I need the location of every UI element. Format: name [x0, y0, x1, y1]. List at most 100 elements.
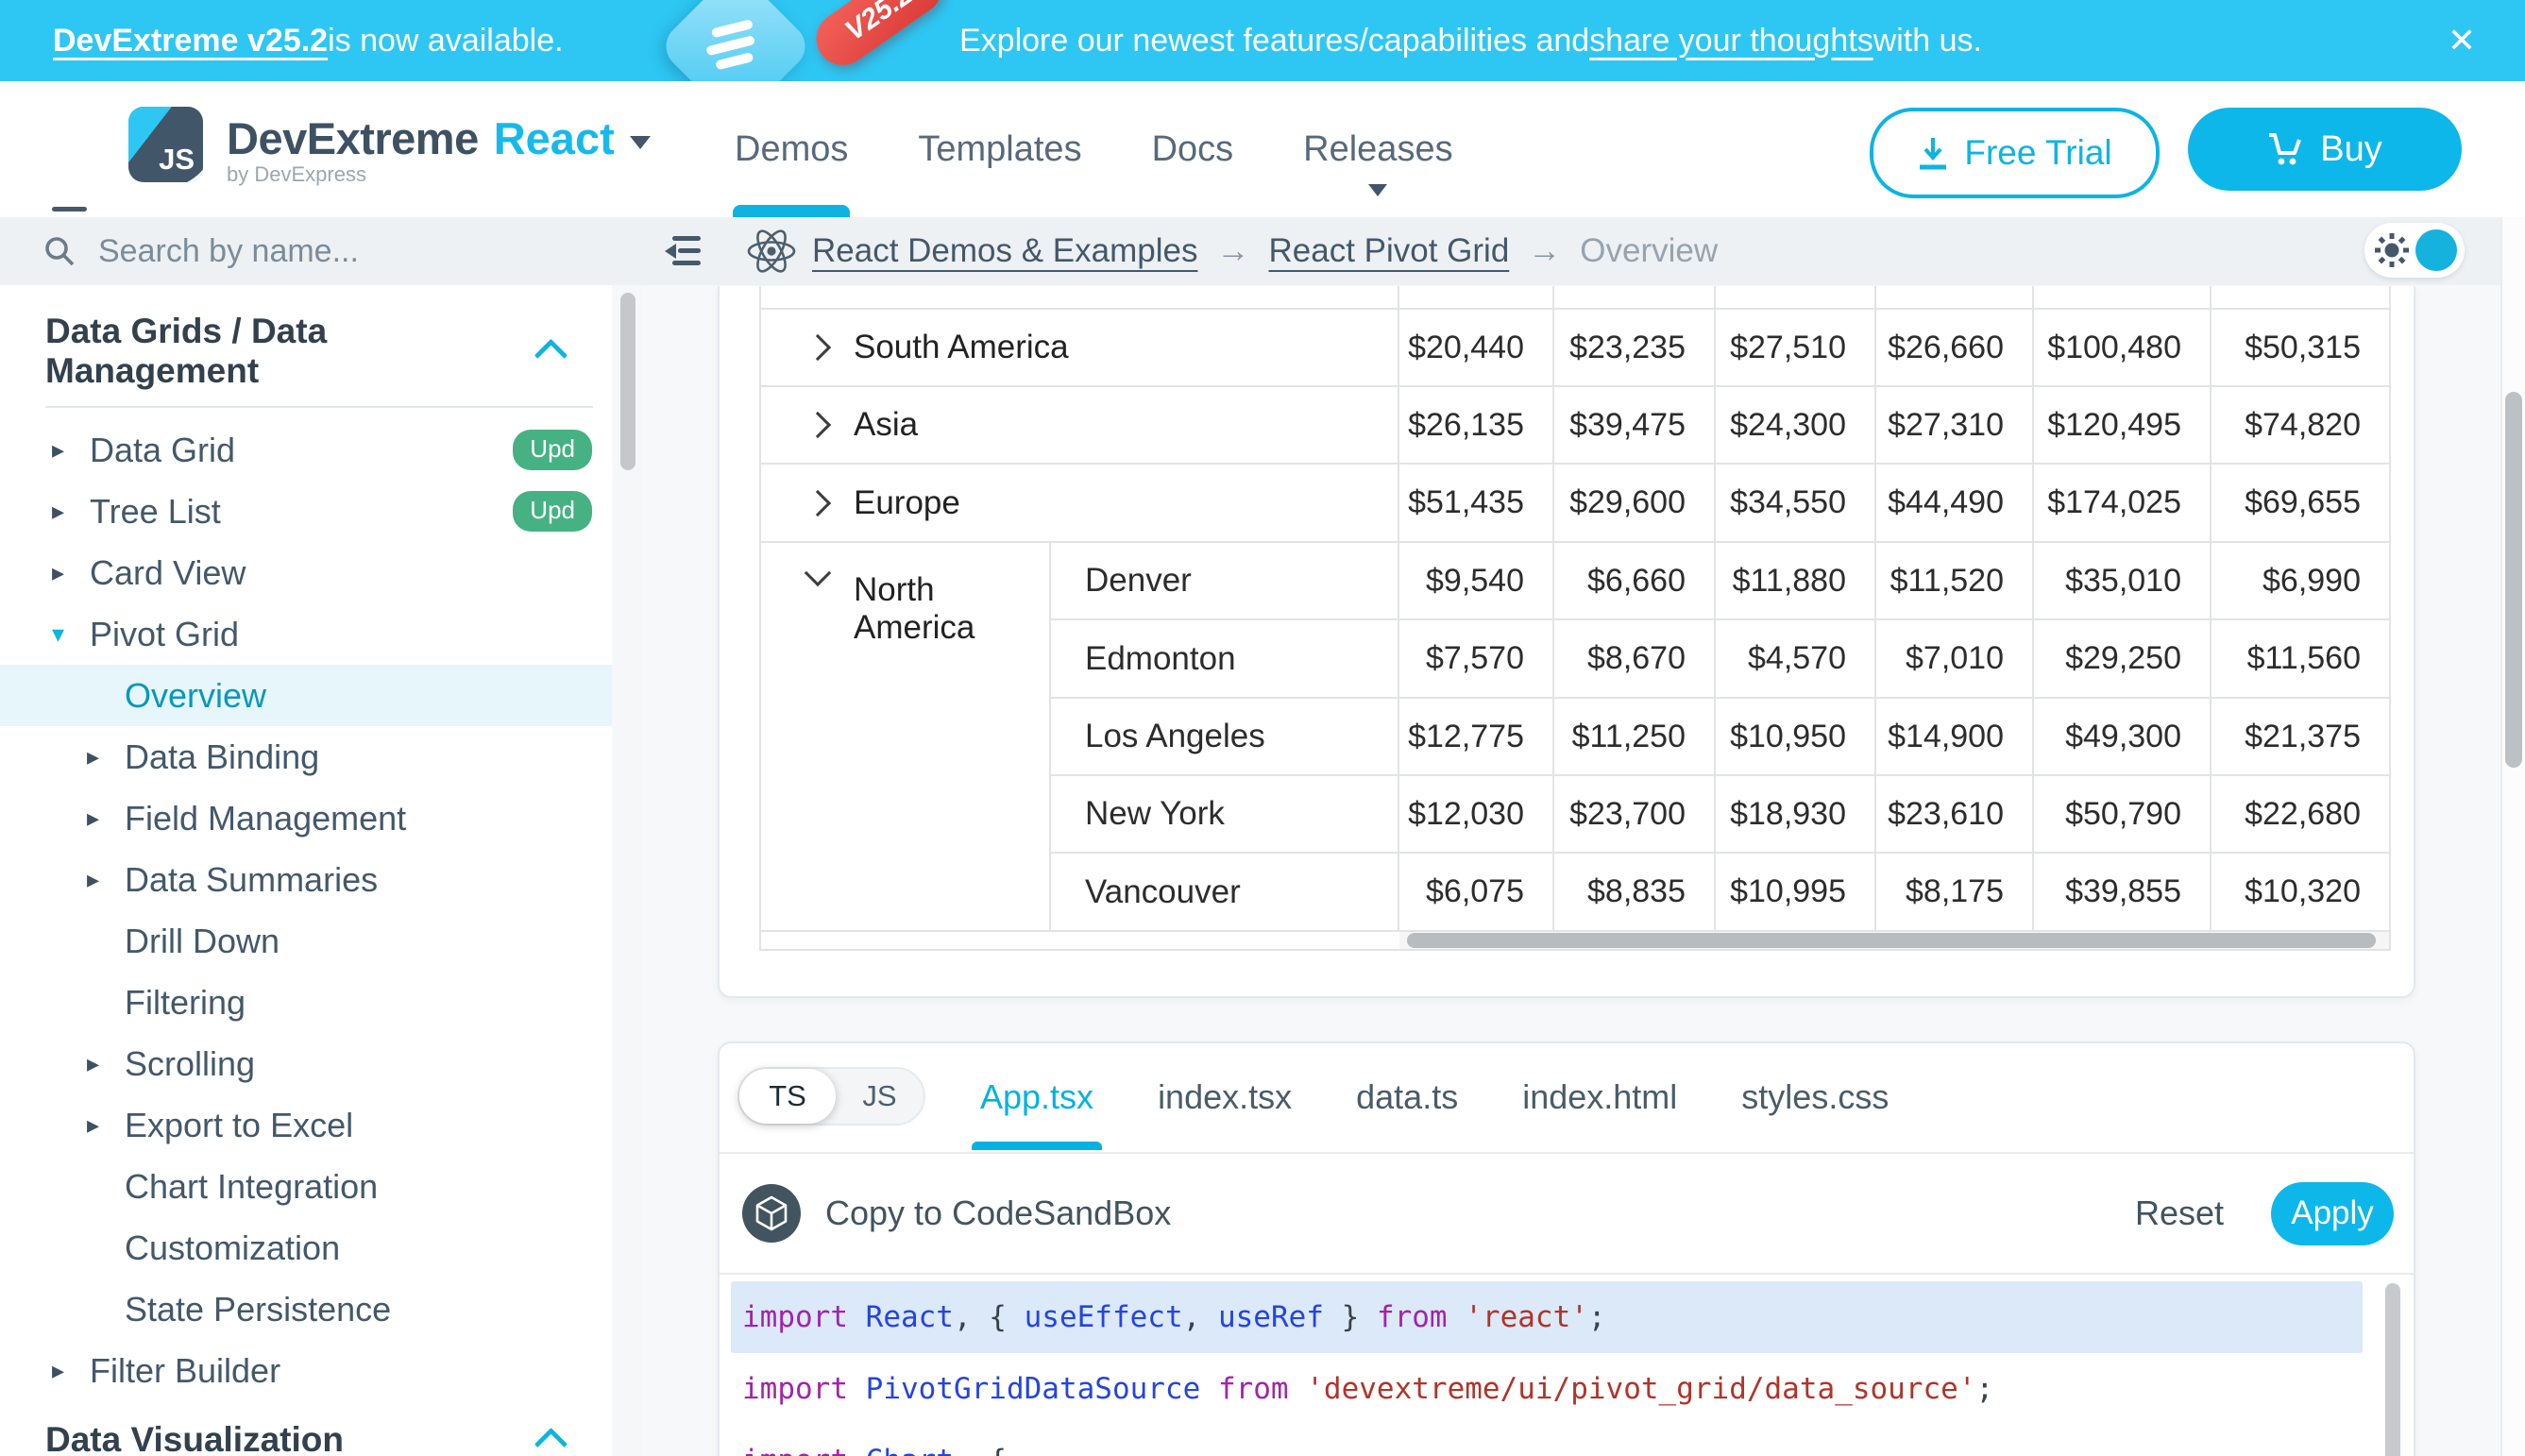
buy-button[interactable]: Buy	[2188, 108, 2462, 191]
file-tab-index-tsx[interactable]: index.tsx	[1158, 1043, 1292, 1150]
nav-item-templates[interactable]: Templates	[918, 81, 1081, 217]
demo-card: South America$20,440$23,235$27,510$26,66…	[718, 286, 2415, 998]
pivot-row-header-north-america[interactable]: North America	[761, 543, 1051, 932]
sidebar-scrollbar-thumb[interactable]	[620, 293, 635, 470]
sidebar-section-header-dataviz[interactable]: Data Visualization	[0, 1401, 612, 1456]
sidebar-item-label: Card View	[90, 553, 246, 593]
apply-button[interactable]: Apply	[2271, 1182, 2394, 1245]
pivot-cell: $8,175	[1876, 854, 2034, 932]
sidebar-scrollbar[interactable]	[612, 285, 642, 1456]
row-label: South America	[854, 329, 1069, 366]
share-your-thoughts-link[interactable]: share your thoughts	[1589, 23, 1873, 59]
pivot-cell: $27,510	[1716, 310, 1876, 387]
expand-row-icon[interactable]	[805, 412, 831, 438]
pivot-row-header-europe[interactable]: Europe	[761, 465, 1399, 543]
pivot-cell: $11,560	[2211, 620, 2391, 699]
free-trial-button[interactable]: Free Trial	[1870, 108, 2160, 198]
breadcrumb-link-demos[interactable]: React Demos & Examples	[812, 232, 1197, 270]
sidebar-item-label: Data Grid	[90, 431, 235, 470]
pivot-clipped-cell	[2211, 286, 2391, 310]
code-toolbar: Copy to CodeSandBox Reset Apply	[720, 1154, 2414, 1275]
toggle-option-ts[interactable]: TS	[739, 1069, 836, 1124]
code-scrollbar-thumb[interactable]	[2385, 1283, 2400, 1456]
sidebar-item-state-persistence[interactable]: State Persistence	[0, 1278, 612, 1340]
close-icon[interactable]: ✕	[2448, 0, 2476, 81]
sidebar-item-scrolling[interactable]: ▸Scrolling	[0, 1033, 612, 1094]
pivot-cell: $120,495	[2034, 387, 2211, 465]
code-scrollbar[interactable]	[2385, 1283, 2400, 1456]
collapsed-caret-icon[interactable]: ▸	[52, 1357, 90, 1385]
code-line: import React, { useEffect, useRef } from…	[731, 1281, 2363, 1353]
page-scrollbar[interactable]	[2500, 217, 2525, 1456]
collapsed-caret-icon[interactable]: ▸	[52, 436, 90, 465]
expand-row-icon[interactable]	[805, 334, 831, 361]
theme-toggle-knob[interactable]	[2415, 229, 2457, 271]
collapsed-caret-icon[interactable]: ▸	[87, 1050, 125, 1078]
sidebar-item-chart-integration[interactable]: Chart Integration	[0, 1156, 612, 1217]
devextreme-js-logo[interactable]: JS	[128, 107, 203, 182]
codesandbox-icon[interactable]	[742, 1184, 801, 1243]
copy-to-codesandbox-button[interactable]: Copy to CodeSandBox	[825, 1194, 1171, 1233]
sidebar-item-data-summaries[interactable]: ▸Data Summaries	[0, 849, 612, 910]
sidebar-section-header[interactable]: Data Grids / Data Management	[0, 285, 612, 406]
collapse-row-icon[interactable]	[805, 560, 831, 586]
pivot-row-header-asia[interactable]: Asia	[761, 387, 1399, 465]
reset-button[interactable]: Reset	[2135, 1194, 2224, 1233]
brand-block[interactable]: DevExtreme React by DevExpress	[227, 112, 651, 187]
file-tab-app-tsx[interactable]: App.tsx	[980, 1043, 1093, 1150]
expand-row-icon[interactable]	[805, 489, 831, 516]
collapse-section-icon[interactable]	[534, 338, 568, 371]
nav-item-releases[interactable]: Releases	[1303, 81, 1452, 217]
search-input[interactable]	[96, 232, 553, 271]
file-tab-data-ts[interactable]: data.ts	[1356, 1043, 1458, 1150]
pivot-hscrollbar-thumb[interactable]	[1407, 933, 2376, 948]
pivot-cell: $18,930	[1716, 776, 1876, 854]
nav-item-docs[interactable]: Docs	[1152, 81, 1234, 217]
pivot-horizontal-scrollbar[interactable]	[1399, 932, 2391, 951]
updated-badge: Upd	[513, 430, 592, 470]
sidebar-item-label: Filtering	[125, 983, 246, 1023]
collapse-section-icon[interactable]	[534, 1427, 568, 1456]
pivot-cell: $26,135	[1399, 387, 1554, 465]
sidebar-item-overview[interactable]: Overview	[0, 665, 612, 726]
pivot-clipped-row-header	[761, 286, 1399, 310]
code-editor: import React, { useEffect, useRef } from…	[731, 1281, 2363, 1456]
sidebar-item-data-grid[interactable]: ▸Data Grid Upd	[0, 419, 612, 481]
nav-item-demos[interactable]: Demos	[735, 81, 848, 217]
sidebar-item-tree-list[interactable]: ▸Tree ListUpd	[0, 481, 612, 542]
sidebar-item-filtering[interactable]: Filtering	[0, 972, 612, 1033]
version-link[interactable]: DevExtreme v25.2	[53, 23, 328, 59]
collapsed-caret-icon[interactable]: ▸	[87, 1111, 125, 1140]
sidebar-item-data-binding[interactable]: ▸Data Binding	[0, 726, 612, 787]
sidebar-items: ▸Data GridUpd▸Tree ListUpd▸Card View▾Piv…	[0, 408, 612, 1401]
devextreme-demos-page: DevExtreme v25.2 is now available. V25.2…	[0, 0, 2525, 1456]
page-scrollbar-thumb[interactable]	[2505, 392, 2522, 768]
sidebar-search[interactable]	[0, 217, 642, 285]
sidebar-item-customization[interactable]: Customization	[0, 1217, 612, 1278]
react-icon	[746, 228, 797, 275]
sidebar-item-card-view[interactable]: ▸Card View	[0, 542, 612, 603]
collapsed-caret-icon[interactable]: ▸	[52, 498, 90, 526]
expanded-caret-icon[interactable]: ▾	[52, 620, 90, 649]
sidebar-item-drill-down[interactable]: Drill Down	[0, 910, 612, 972]
file-tab-styles-css[interactable]: styles.css	[1741, 1043, 1889, 1150]
sidebar-item-export-to-excel[interactable]: ▸Export to Excel	[0, 1094, 612, 1156]
platform-dropdown-caret-icon[interactable]	[630, 136, 651, 149]
collapsed-caret-icon[interactable]: ▸	[87, 866, 125, 894]
collapsed-caret-icon[interactable]: ▸	[87, 743, 125, 771]
pivot-cell: $8,835	[1554, 854, 1716, 932]
toggle-option-js[interactable]: JS	[836, 1069, 924, 1124]
language-toggle[interactable]: TS JS	[737, 1067, 925, 1126]
sidebar-item-label: Overview	[125, 676, 266, 716]
collapsed-caret-icon[interactable]: ▸	[52, 559, 90, 587]
file-tab-index-html[interactable]: index.html	[1522, 1043, 1677, 1150]
sidebar-item-field-management[interactable]: ▸Field Management	[0, 787, 612, 849]
app-header: JS DevExtreme React by DevExpress Demos T…	[0, 81, 2525, 217]
collapse-sidebar-icon[interactable]	[665, 236, 701, 266]
sidebar-item-filter-builder[interactable]: ▸Filter Builder	[0, 1340, 612, 1401]
breadcrumb-link-pivot-grid[interactable]: React Pivot Grid	[1268, 232, 1509, 270]
collapsed-caret-icon[interactable]: ▸	[87, 804, 125, 833]
theme-toggle[interactable]	[2364, 223, 2465, 278]
pivot-row-header-south-america[interactable]: South America	[761, 310, 1399, 387]
sidebar-item-pivot-grid[interactable]: ▾Pivot Grid	[0, 603, 612, 665]
